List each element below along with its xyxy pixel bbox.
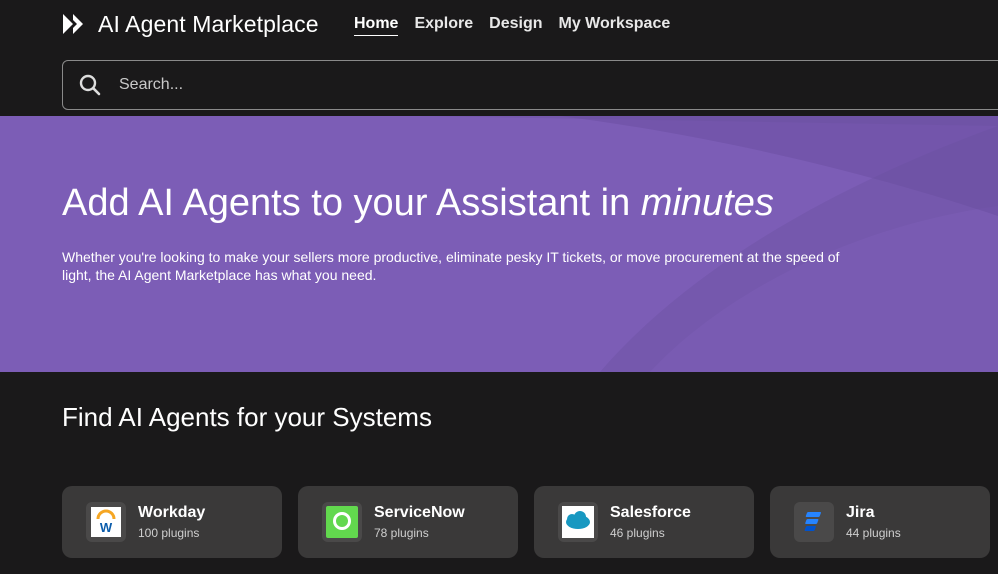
system-card-salesforce[interactable]: Salesforce 46 plugins xyxy=(534,486,754,558)
system-card-name: Salesforce xyxy=(610,504,691,521)
main-nav: Home Explore Design My Workspace xyxy=(354,14,670,36)
jira-logo-icon xyxy=(794,502,834,542)
top-bar: AI Agent Marketplace Home Explore Design… xyxy=(0,0,998,116)
system-card-name: ServiceNow xyxy=(374,504,465,521)
salesforce-logo-icon xyxy=(558,502,598,542)
system-card-count: 100 plugins xyxy=(138,526,200,540)
search-input[interactable] xyxy=(119,76,919,94)
workday-logo-icon: W xyxy=(86,502,126,542)
system-card-count: 78 plugins xyxy=(374,526,429,540)
system-card-servicenow[interactable]: ServiceNow 78 plugins xyxy=(298,486,518,558)
nav-my-workspace[interactable]: My Workspace xyxy=(558,14,670,36)
servicenow-logo-icon xyxy=(322,502,362,542)
hero-background-shapes xyxy=(420,116,998,372)
systems-heading: Find AI Agents for your Systems xyxy=(62,402,432,432)
svg-text:W: W xyxy=(100,520,113,535)
search-icon xyxy=(79,74,101,96)
system-card-jira[interactable]: Jira 44 plugins xyxy=(770,486,990,558)
search-bar[interactable] xyxy=(62,60,998,110)
hero-subtitle: Whether you're looking to make your sell… xyxy=(62,249,840,283)
system-card-count: 44 plugins xyxy=(846,526,901,540)
system-card-count: 46 plugins xyxy=(610,526,665,540)
nav-explore[interactable]: Explore xyxy=(414,14,473,36)
brand[interactable]: AI Agent Marketplace xyxy=(62,10,319,38)
system-card-name: Workday xyxy=(138,504,206,521)
double-chevron-logo-icon xyxy=(62,12,86,36)
hero-title-main: Add AI Agents to your Assistant in xyxy=(62,182,641,224)
app-title: AI Agent Marketplace xyxy=(98,10,319,37)
system-card-name: Jira xyxy=(846,504,875,521)
systems-card-list: W Workday 100 plugins ServiceNow 78 plug… xyxy=(62,486,990,558)
nav-design[interactable]: Design xyxy=(489,14,542,36)
hero-title: Add AI Agents to your Assistant in minut… xyxy=(62,182,774,225)
hero-title-emphasis: minutes xyxy=(640,182,774,224)
hero-banner: Add AI Agents to your Assistant in minut… xyxy=(0,116,998,372)
system-card-workday[interactable]: W Workday 100 plugins xyxy=(62,486,282,558)
nav-home[interactable]: Home xyxy=(354,14,399,36)
